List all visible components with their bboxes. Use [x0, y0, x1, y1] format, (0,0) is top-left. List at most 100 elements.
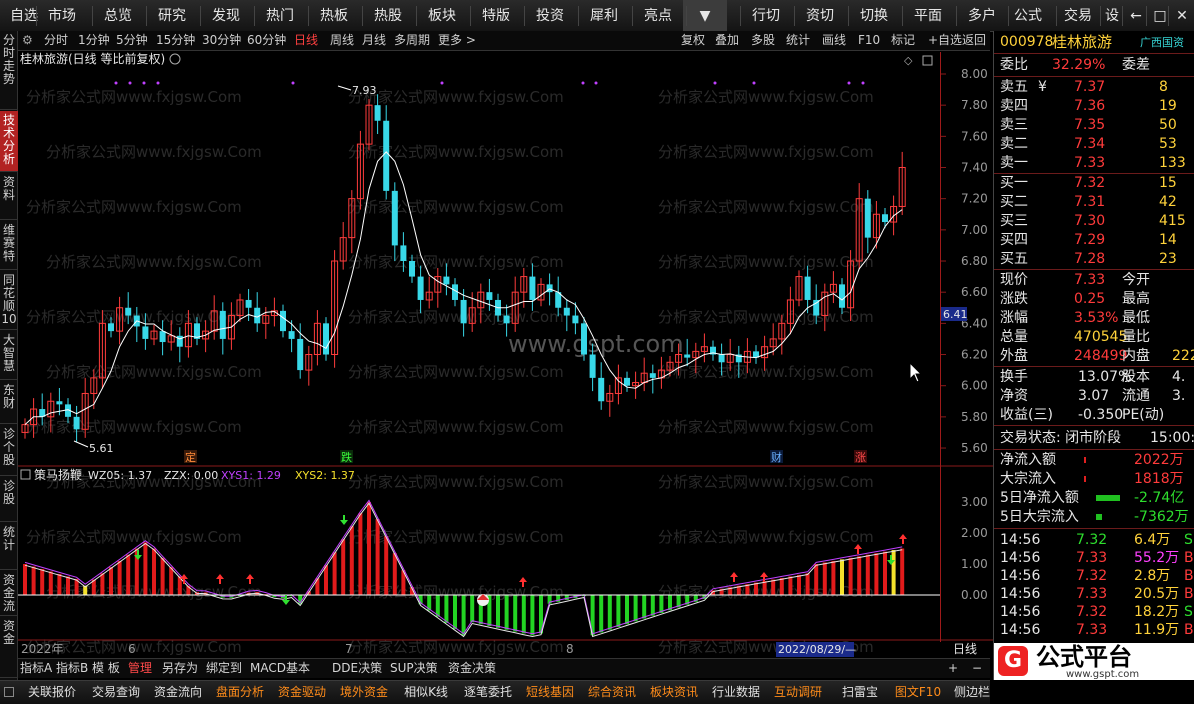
top-menu-item-4[interactable]: 发现 — [204, 0, 248, 32]
tool-6[interactable]: 标记 — [891, 31, 915, 50]
top-menu-item-22[interactable]: ← — [1126, 0, 1146, 32]
zoom-in-button[interactable]: + — [948, 659, 958, 678]
tool-2[interactable]: 多股 — [751, 31, 775, 50]
left-tab-2[interactable]: 资料 — [0, 173, 18, 219]
period-9[interactable]: 多周期 — [394, 31, 430, 50]
indicator-tab-8[interactable]: SUP决策 — [390, 659, 438, 678]
period-2[interactable]: 5分钟 — [116, 31, 148, 50]
function-tab-3[interactable]: 盘面分析 — [210, 681, 270, 704]
period-label[interactable]: 日线 — [953, 642, 977, 656]
function-tab-0[interactable]: 关联报价 — [22, 681, 82, 704]
top-menu-item-16[interactable]: 切换 — [852, 0, 896, 32]
left-tab-8[interactable]: 诊股 — [0, 477, 18, 521]
tool-7[interactable]: +自选 — [928, 31, 962, 50]
event-label[interactable]: 财 — [771, 450, 782, 464]
tool-5[interactable]: F10 — [858, 31, 880, 50]
top-menu-item-5[interactable]: 热门 — [258, 0, 302, 32]
left-tab-9[interactable]: 统计 — [0, 523, 18, 569]
ask-price: 7.34 — [1074, 136, 1106, 152]
func-left-icon[interactable] — [4, 687, 14, 697]
top-menu-item-10[interactable]: 投资 — [528, 0, 572, 32]
event-label[interactable]: 跌 — [341, 450, 352, 464]
period-4[interactable]: 30分钟 — [202, 31, 241, 50]
indicator-tab-4[interactable]: 另存为 — [162, 659, 198, 678]
event-label[interactable]: 定 — [185, 450, 196, 464]
top-menu-item-18[interactable]: 多户 — [960, 0, 1004, 32]
pane-maximize-icon[interactable] — [922, 55, 933, 66]
top-menu-item-23[interactable]: □ — [1150, 0, 1170, 32]
top-menu-item-13[interactable]: ▼ — [683, 0, 727, 32]
left-tab-5[interactable]: 大智慧 — [0, 331, 18, 379]
function-tab-1[interactable]: 交易查询 — [86, 681, 146, 704]
function-tab-7[interactable]: 逐笔委托 — [458, 681, 518, 704]
left-tab-4[interactable]: 同花顺10 — [0, 271, 18, 329]
function-tab-10[interactable]: 板块资讯 — [644, 681, 704, 704]
function-tab-4[interactable]: 资金驱动 — [272, 681, 332, 704]
indicator-tab-6[interactable]: MACD基本 — [250, 659, 310, 678]
indicator-tab-5[interactable]: 绑定到 — [206, 659, 242, 678]
top-menu-item-17[interactable]: 平面 — [906, 0, 950, 32]
top-menu-item-19[interactable]: 公式 — [1012, 0, 1044, 32]
indicator-toggle-icon[interactable] — [20, 469, 31, 480]
left-tab-3[interactable]: 维赛特 — [0, 221, 18, 269]
top-menu-item-9[interactable]: 特版 — [474, 0, 518, 32]
indicator-tab-0[interactable]: 指标A — [20, 659, 52, 678]
function-tab-15[interactable]: 侧边栏 — [942, 681, 1002, 704]
period-10[interactable]: 更多 > — [438, 31, 476, 50]
trade-status-divider — [994, 449, 1194, 450]
pane-diamond-icon[interactable]: ◇ — [904, 54, 913, 67]
top-menu-item-21[interactable]: 设 — [1104, 0, 1120, 32]
function-tab-5[interactable]: 境外资金 — [334, 681, 394, 704]
left-tab-11[interactable]: 资金 — [0, 617, 18, 677]
tool-1[interactable]: 叠加 — [715, 31, 739, 50]
tool-3[interactable]: 统计 — [786, 31, 810, 50]
function-tab-2[interactable]: 资金流向 — [148, 681, 208, 704]
top-menu-item-14[interactable]: 行切 — [744, 0, 788, 32]
period-7[interactable]: 周线 — [330, 31, 354, 50]
top-menu-item-15[interactable]: 资切 — [798, 0, 842, 32]
period-0[interactable]: 分时 — [44, 31, 68, 50]
top-menu-item-7[interactable]: 热股 — [366, 0, 410, 32]
top-menu-item-20[interactable]: 交易 — [1060, 0, 1096, 32]
top-menu-item-24[interactable]: ✕ — [1172, 0, 1192, 32]
period-8[interactable]: 月线 — [362, 31, 386, 50]
tool-8[interactable]: 返回 — [962, 31, 986, 50]
top-menu-item-1[interactable]: 市场 — [40, 0, 84, 32]
top-menu-item-12[interactable]: 亮点 — [636, 0, 680, 32]
left-tab-1[interactable]: 技术分析 — [0, 111, 18, 171]
kline-chart-svg[interactable]: 桂林旅游(日线 等比前复权) 分析家公式网www.fxjgsw.Com 分析家公式网… — [18, 51, 940, 658]
top-menu-item-2[interactable]: 总览 — [96, 0, 140, 32]
function-tab-11[interactable]: 行业数据 — [706, 681, 766, 704]
left-tab-10[interactable]: 资金流 — [0, 571, 18, 615]
indicator-tab-9[interactable]: 资金决策 — [448, 659, 496, 678]
top-menu-item-6[interactable]: 热板 — [312, 0, 356, 32]
function-tab-13[interactable]: 扫雷宝 — [830, 681, 890, 704]
indicator-tab-1[interactable]: 指标B — [56, 659, 88, 678]
function-tab-6[interactable]: 相似K线 — [396, 681, 456, 704]
period-1[interactable]: 1分钟 — [78, 31, 110, 50]
left-tab-0[interactable]: 分时走势 — [0, 31, 18, 109]
indicator-tab-2[interactable]: 模 板 — [92, 659, 120, 678]
period-3[interactable]: 15分钟 — [156, 31, 195, 50]
chart-title-dropdown-icon[interactable] — [169, 53, 181, 65]
period-6[interactable]: 日线 — [294, 31, 318, 50]
period-5[interactable]: 60分钟 — [247, 31, 286, 50]
top-menu-item-8[interactable]: 板块 — [420, 0, 464, 32]
indicator-tab-7[interactable]: DDE决策 — [332, 659, 382, 678]
indicator-tab-3[interactable]: 管理 — [128, 659, 152, 678]
x-axis-label: 2022年 — [21, 642, 64, 656]
kline-chart[interactable]: 桂林旅游(日线 等比前复权) 分析家公式网www.fxjgsw.Com 分析家公式网… — [18, 51, 940, 657]
zoom-out-button[interactable]: − — [972, 659, 982, 678]
settings-icon[interactable]: ⚙ — [22, 31, 33, 50]
function-tab-9[interactable]: 综合资讯 — [582, 681, 642, 704]
left-tab-7[interactable]: 诊个股 — [0, 425, 18, 475]
function-tab-14[interactable]: 图文F10 — [888, 681, 948, 704]
top-menu-item-3[interactable]: 研究 — [150, 0, 194, 32]
event-label[interactable]: 涨 — [855, 451, 866, 464]
left-tab-6[interactable]: 东财 — [0, 381, 18, 423]
top-menu-item-11[interactable]: 犀利 — [582, 0, 626, 32]
tool-4[interactable]: 画线 — [822, 31, 846, 50]
tool-0[interactable]: 复权 — [681, 31, 705, 50]
function-tab-12[interactable]: 互动调研 — [768, 681, 828, 704]
function-tab-8[interactable]: 短线基因 — [520, 681, 580, 704]
